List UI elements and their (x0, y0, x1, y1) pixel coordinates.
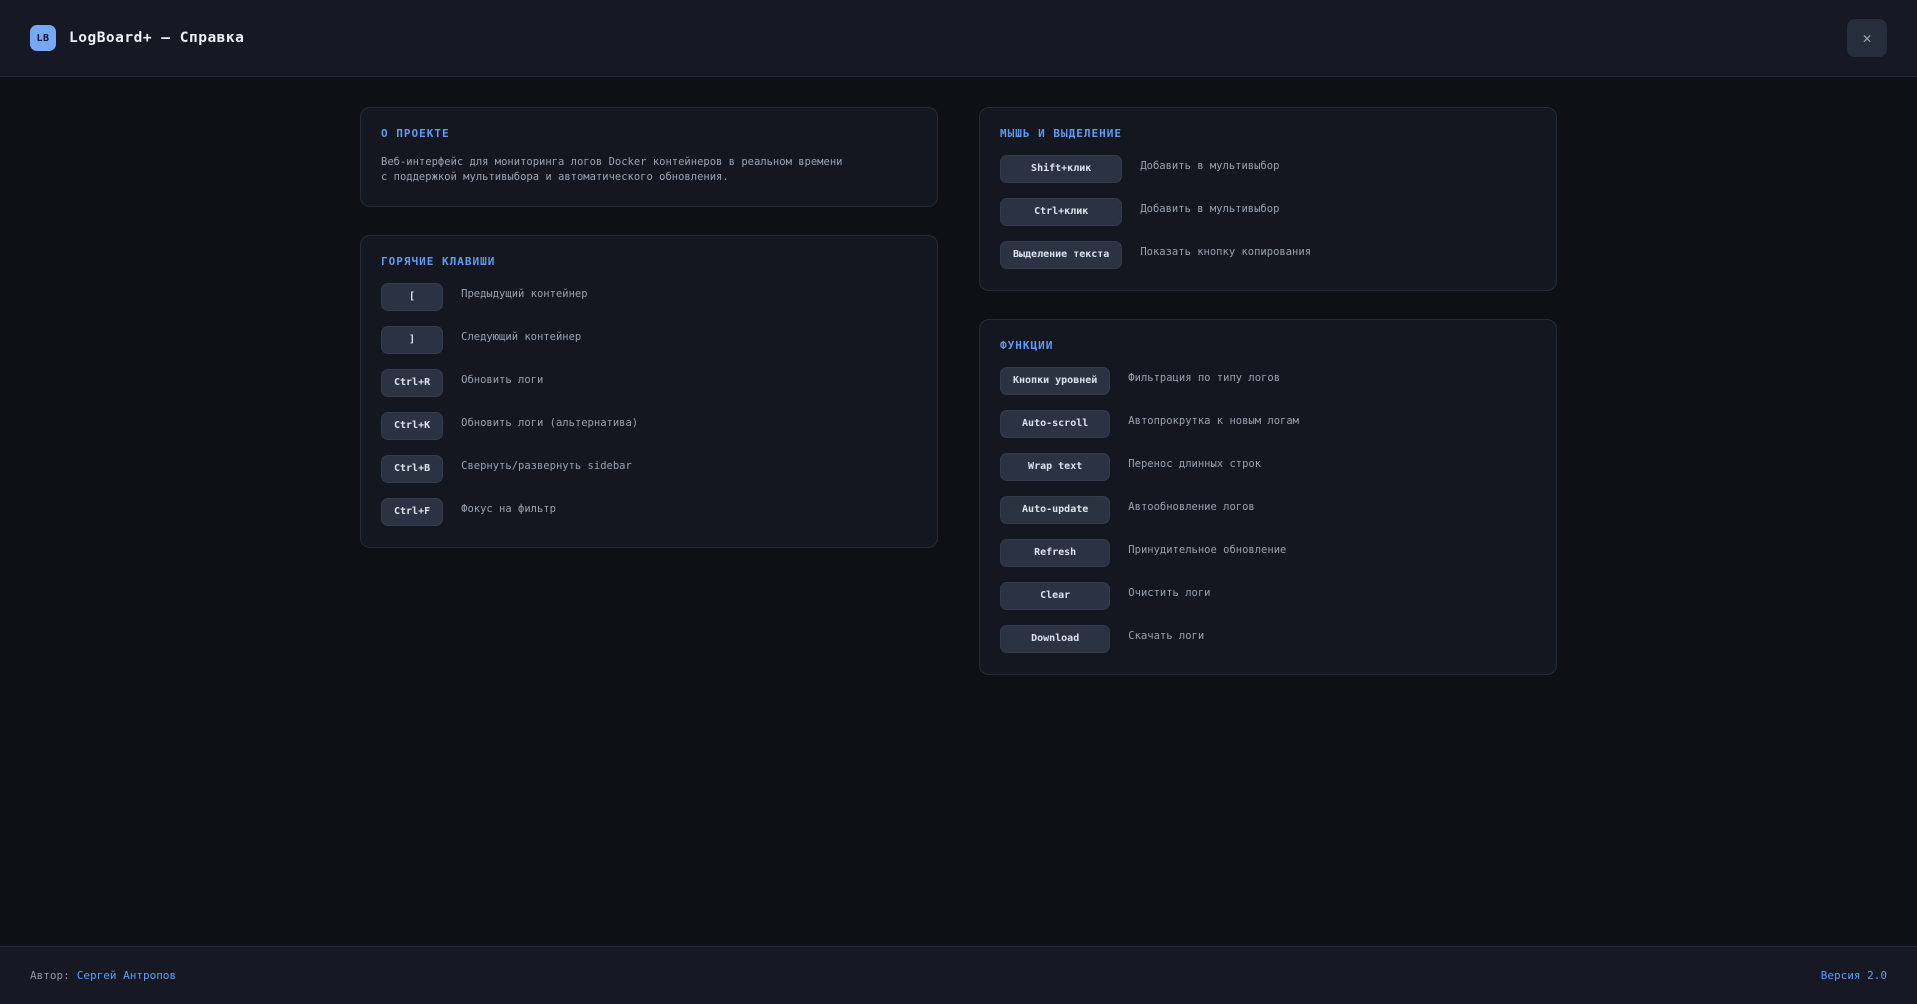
features-card: ФУНКЦИИ Кнопки уровней Фильтрация по тип… (979, 319, 1557, 675)
key-badge: [ (381, 283, 443, 311)
key-badge: Ctrl+B (381, 455, 443, 483)
about-card-title: О ПРОЕКТЕ (381, 127, 917, 140)
app-footer: Автор: Сергей Антропов Версия 2.0 (0, 946, 1917, 1004)
feature-description: Автообновление логов (1128, 501, 1536, 513)
about-description: Веб-интерфейс для мониторинга логов Dock… (381, 155, 917, 185)
key-description: Обновить логи (альтернатива) (461, 417, 917, 429)
feature-badge: Auto-update (1000, 496, 1110, 524)
help-content: О ПРОЕКТЕ Веб-интерфейс для мониторинга … (0, 77, 1917, 946)
key-badge: Ctrl+R (381, 369, 443, 397)
hotkeys-card: ГОРЯЧИЕ КЛАВИШИ [ Предыдущий контейнер ]… (360, 235, 938, 548)
key-badge: Ctrl+F (381, 498, 443, 526)
key-description: Следующий контейнер (461, 331, 917, 343)
key-badge: Ctrl+K (381, 412, 443, 440)
feature-badge: Download (1000, 625, 1110, 653)
about-card: О ПРОЕКТЕ Веб-интерфейс для мониторинга … (360, 107, 938, 207)
action-description: Показать кнопку копирования (1140, 246, 1536, 258)
author-label: Автор: (30, 969, 70, 982)
action-description: Добавить в мультивыбор (1140, 203, 1536, 215)
key-description: Предыдущий контейнер (461, 288, 917, 300)
app-logo: LB (30, 25, 56, 51)
key-badge: ] (381, 326, 443, 354)
feature-badge: Кнопки уровней (1000, 367, 1110, 395)
key-description: Фокус на фильтр (461, 503, 917, 515)
left-column: О ПРОЕКТЕ Веб-интерфейс для мониторинга … (360, 107, 938, 548)
page-title: LogBoard+ — Справка (69, 30, 244, 46)
hotkeys-card-title: ГОРЯЧИЕ КЛАВИШИ (381, 255, 917, 268)
feature-badge: Refresh (1000, 539, 1110, 567)
features-card-title: ФУНКЦИИ (1000, 339, 1536, 352)
hotkeys-list: [ Предыдущий контейнер ] Следующий конте… (381, 283, 917, 526)
feature-badge: Clear (1000, 582, 1110, 610)
close-icon: ✕ (1862, 29, 1871, 47)
mouse-card: МЫШЬ И ВЫДЕЛЕНИЕ Shift+клик Добавить в м… (979, 107, 1557, 291)
feature-description: Автопрокрутка к новым логам (1128, 415, 1536, 427)
mouse-list: Shift+клик Добавить в мультивыбор Ctrl+к… (1000, 155, 1536, 269)
close-button[interactable]: ✕ (1847, 19, 1887, 57)
key-description: Обновить логи (461, 374, 917, 386)
action-badge: Выделение текста (1000, 241, 1122, 269)
feature-description: Перенос длинных строк (1128, 458, 1536, 470)
footer-author: Автор: Сергей Антропов (30, 969, 176, 982)
author-link[interactable]: Сергей Антропов (77, 969, 176, 982)
feature-description: Скачать логи (1128, 630, 1536, 642)
right-column: МЫШЬ И ВЫДЕЛЕНИЕ Shift+клик Добавить в м… (979, 107, 1557, 675)
feature-description: Фильтрация по типу логов (1128, 372, 1536, 384)
action-badge: Shift+клик (1000, 155, 1122, 183)
feature-badge: Auto-scroll (1000, 410, 1110, 438)
mouse-card-title: МЫШЬ И ВЫДЕЛЕНИЕ (1000, 127, 1536, 140)
feature-badge: Wrap text (1000, 453, 1110, 481)
action-description: Добавить в мультивыбор (1140, 160, 1536, 172)
action-badge: Ctrl+клик (1000, 198, 1122, 226)
version-label: Версия 2.0 (1821, 969, 1887, 982)
feature-description: Очистить логи (1128, 587, 1536, 599)
features-list: Кнопки уровней Фильтрация по типу логов … (1000, 367, 1536, 653)
key-description: Свернуть/развернуть sidebar (461, 460, 917, 472)
feature-description: Принудительное обновление (1128, 544, 1536, 556)
app-header: LB LogBoard+ — Справка ✕ (0, 0, 1917, 77)
